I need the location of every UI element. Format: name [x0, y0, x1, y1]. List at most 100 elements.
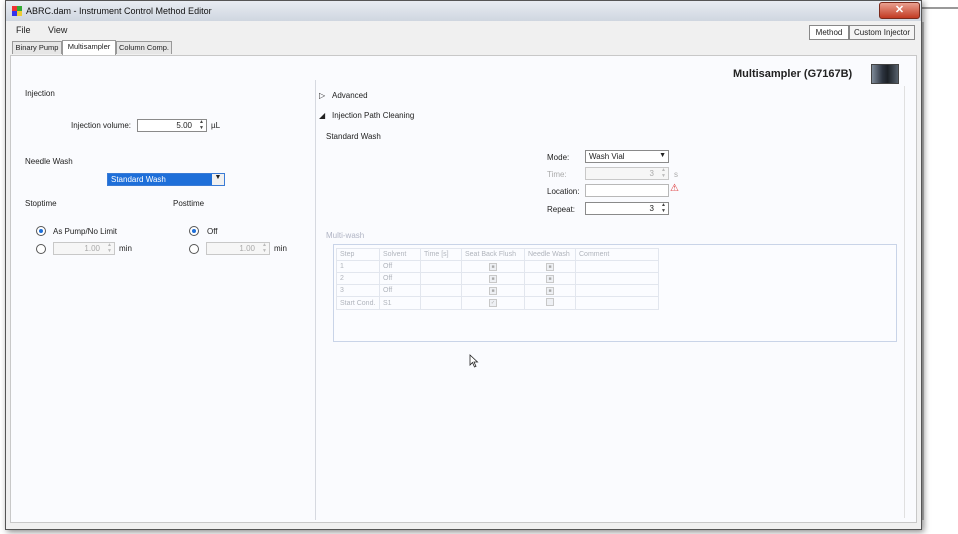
table-row[interactable]: 2 Off ■ ■ [336, 272, 659, 285]
column-header[interactable]: Solvent [379, 248, 421, 261]
tab-column-comp[interactable]: Column Comp. [116, 41, 172, 54]
table-cell[interactable] [575, 272, 659, 285]
table-cell[interactable]: Off [379, 260, 421, 273]
posttime-stepper[interactable]: 1.00 ▲ ▼ [206, 242, 270, 255]
column-header[interactable]: Step [336, 248, 380, 261]
title-bar: ABRC.dam - Instrument Control Method Edi… [6, 1, 921, 21]
table-cell[interactable]: ■ [461, 260, 525, 273]
stoptime-value-radio[interactable] [36, 244, 46, 254]
injection-path-cleaning-expander[interactable]: Injection Path Cleaning [332, 111, 414, 120]
multisampler-panel: Multisampler (G7167B) Injection Injectio… [10, 55, 917, 523]
scrollbar[interactable] [904, 86, 915, 518]
posttime-value-radio[interactable] [189, 244, 199, 254]
table-row[interactable]: 1 Off ■ ■ [336, 260, 659, 273]
time-unit: s [674, 170, 678, 179]
time-stepper[interactable]: 3 ▲ ▼ [585, 167, 669, 180]
tab-binary-pump[interactable]: Binary Pump [12, 41, 62, 54]
posttime-off-label: Off [207, 227, 218, 236]
menu-bar: File View [6, 23, 921, 37]
seat-back-flush-checkbox[interactable]: ■ [489, 274, 497, 283]
repeat-stepper[interactable]: 3 ▲ ▼ [585, 202, 669, 215]
needle-wash-select[interactable]: Standard Wash ▼ [107, 173, 225, 186]
menu-file[interactable]: File [16, 25, 31, 35]
table-cell[interactable]: 2 [336, 272, 380, 285]
repeat-label: Repeat: [547, 205, 576, 214]
triangle-down-icon[interactable]: ◢ [319, 111, 325, 120]
close-button[interactable]: ✕ [879, 2, 920, 19]
seat-back-flush-checkbox[interactable]: ■ [489, 262, 497, 271]
table-cell[interactable]: ■ [461, 272, 525, 285]
posttime-off-radio[interactable] [189, 226, 199, 236]
posttime-section-label: Posttime [173, 199, 205, 208]
table-cell[interactable]: ■ [524, 272, 576, 285]
spin-arrows-icon[interactable]: ▲ ▼ [661, 202, 666, 214]
injection-volume-label: Injection volume: [71, 121, 132, 130]
window-title: ABRC.dam - Instrument Control Method Edi… [26, 6, 212, 16]
needle-wash-checkbox[interactable]: ■ [546, 262, 554, 271]
close-icon: ✕ [894, 4, 905, 16]
seat-back-flush-checkbox[interactable]: ■ [489, 286, 497, 295]
chevron-down-icon[interactable]: ▼ [212, 174, 224, 185]
table-cell[interactable] [575, 296, 659, 310]
table-row[interactable]: Start Cond. S1 ✓ [336, 296, 659, 310]
mouse-pointer-icon [469, 354, 479, 368]
spin-arrows-icon[interactable]: ▲ ▼ [199, 119, 204, 131]
table-cell[interactable]: Off [379, 284, 421, 297]
multi-wash-grid[interactable]: Step Solvent Time [s] Seat Back Flush Ne… [333, 244, 897, 342]
spin-arrows-icon[interactable]: ▲ ▼ [107, 242, 112, 254]
column-header[interactable]: Time [s] [420, 248, 462, 261]
table-cell[interactable] [420, 284, 462, 297]
multisampler-device-icon [871, 64, 899, 84]
spin-arrows-icon[interactable]: ▲ ▼ [262, 242, 267, 254]
table-cell[interactable]: S1 [379, 296, 421, 310]
table-cell[interactable] [420, 296, 462, 310]
method-button[interactable]: Method [809, 25, 849, 40]
needle-wash-checkbox[interactable]: ■ [546, 286, 554, 295]
table-cell[interactable]: ✓ [461, 296, 525, 310]
column-header[interactable]: Needle Wash [524, 248, 576, 261]
injection-volume-stepper[interactable]: 5.00 ▲ ▼ [137, 119, 207, 132]
column-header[interactable]: Comment [575, 248, 659, 261]
table-cell[interactable] [420, 272, 462, 285]
app-icon [12, 6, 22, 16]
table-row[interactable]: 3 Off ■ ■ [336, 284, 659, 297]
custom-injector-button[interactable]: Custom Injector [849, 25, 915, 40]
chevron-down-icon[interactable]: ▼ [659, 152, 666, 159]
table-cell[interactable]: 1 [336, 260, 380, 273]
spin-arrows-icon[interactable]: ▲ ▼ [661, 167, 666, 179]
needle-wash-checkbox[interactable] [546, 298, 554, 306]
location-input[interactable] [585, 184, 669, 197]
needle-wash-section-label: Needle Wash [25, 157, 73, 166]
time-label: Time: [547, 170, 567, 179]
table-cell[interactable] [524, 296, 576, 310]
injection-section-label: Injection [25, 89, 55, 98]
table-cell[interactable]: Start Cond. [336, 296, 380, 310]
menu-view[interactable]: View [48, 25, 67, 35]
seat-back-flush-checkbox[interactable]: ✓ [489, 299, 497, 307]
table-cell[interactable]: ■ [524, 260, 576, 273]
panel-divider [315, 80, 316, 520]
advanced-expander[interactable]: Advanced [332, 91, 368, 100]
stoptime-stepper[interactable]: 1.00 ▲ ▼ [53, 242, 115, 255]
triangle-right-icon[interactable]: ▷ [319, 91, 325, 100]
table-cell[interactable]: 3 [336, 284, 380, 297]
column-header[interactable]: Seat Back Flush [461, 248, 525, 261]
stoptime-as-pump-label: As Pump/No Limit [53, 227, 118, 236]
warning-icon: ⚠ [670, 183, 679, 194]
table-cell[interactable] [420, 260, 462, 273]
table-cell[interactable]: ■ [524, 284, 576, 297]
table-cell[interactable]: ■ [461, 284, 525, 297]
injection-volume-unit: µL [211, 121, 221, 130]
table-cell[interactable]: Off [379, 272, 421, 285]
method-editor-window: ABRC.dam - Instrument Control Method Edi… [5, 0, 922, 530]
table-cell[interactable] [575, 284, 659, 297]
stoptime-unit: min [119, 244, 132, 253]
multi-wash-label: Multi-wash [326, 231, 365, 240]
stoptime-as-pump-radio[interactable] [36, 226, 46, 236]
stoptime-section-label: Stoptime [25, 199, 57, 208]
table-cell[interactable] [575, 260, 659, 273]
standard-wash-label: Standard Wash [326, 132, 381, 141]
tab-multisampler[interactable]: Multisampler [62, 40, 116, 55]
mode-select[interactable]: Wash Vial ▼ [585, 150, 669, 163]
needle-wash-checkbox[interactable]: ■ [546, 274, 554, 283]
